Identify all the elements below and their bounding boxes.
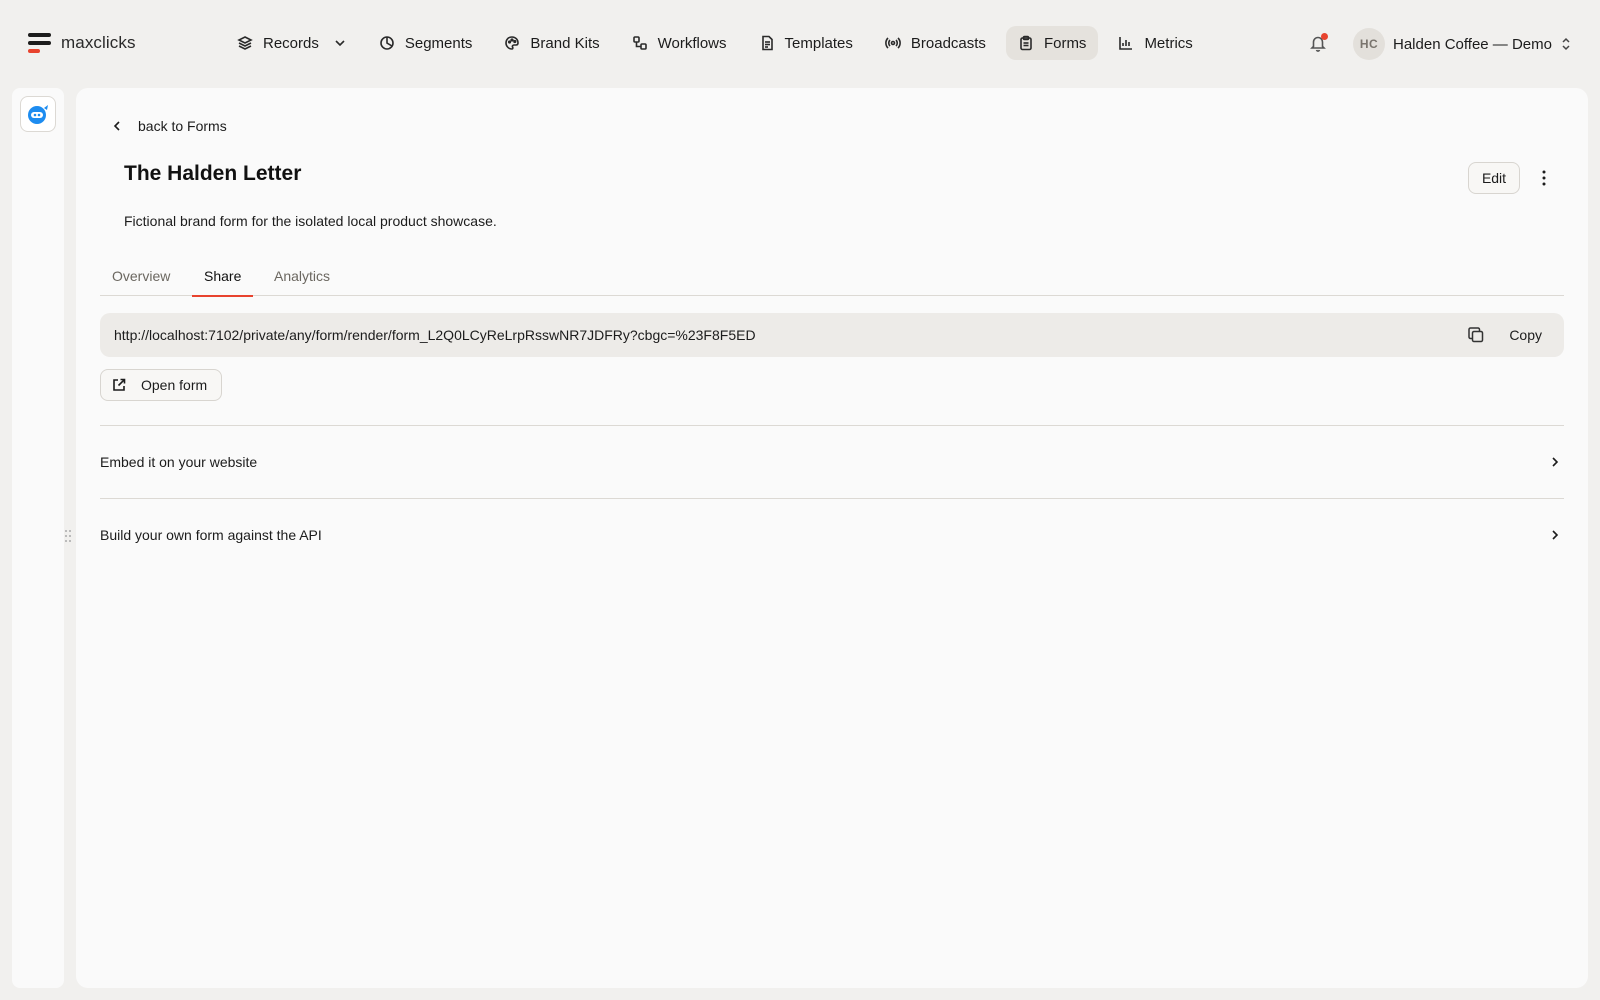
broadcast-icon	[884, 37, 901, 49]
more-options-button[interactable]	[1534, 166, 1554, 190]
copy-label: Copy	[1509, 327, 1542, 343]
logo-mark-icon	[28, 33, 51, 53]
tab-analytics[interactable]: Analytics	[262, 256, 342, 296]
nav-item-broadcasts[interactable]: Broadcasts	[873, 26, 998, 60]
more-vertical-icon	[1542, 170, 1546, 186]
chevron-right-icon	[1552, 456, 1559, 467]
avatar: HC	[1353, 28, 1385, 60]
bot-icon	[28, 105, 48, 124]
tab-share[interactable]: Share	[192, 256, 254, 297]
chevron-down-icon	[335, 40, 345, 47]
external-link-icon	[113, 378, 126, 391]
share-url[interactable]: http://localhost:7102/private/any/form/r…	[114, 327, 1467, 343]
nav-item-forms[interactable]: Forms	[1005, 26, 1099, 60]
api-section-label: Build your own form against the API	[100, 526, 322, 543]
page-title: The Halden Letter	[124, 162, 302, 185]
layers-icon	[237, 36, 253, 50]
nav-item-label: Forms	[1043, 34, 1087, 52]
nav-item-metrics[interactable]: Metrics	[1106, 26, 1204, 60]
open-form-button[interactable]: Open form	[100, 369, 222, 401]
nav-item-records[interactable]: Records	[225, 26, 359, 60]
notification-dot	[1321, 33, 1328, 40]
nav-item-templates[interactable]: Templates	[747, 26, 865, 60]
pie-icon	[380, 36, 394, 50]
palette-icon	[505, 36, 520, 50]
assistant-bot-button[interactable]	[20, 96, 56, 132]
nav-item-label: Records	[263, 34, 319, 52]
nav-item-workflows[interactable]: Workflows	[620, 26, 739, 60]
chevron-up-down-icon	[1560, 37, 1572, 51]
nav-item-label: Metrics	[1144, 34, 1193, 52]
nav-item-segments[interactable]: Segments	[367, 26, 485, 60]
brand-logo[interactable]: maxclicks	[28, 33, 136, 53]
open-form-label: Open form	[141, 377, 208, 393]
panel-resize-handle[interactable]	[65, 530, 73, 546]
nav-item-label: Workflows	[657, 34, 727, 52]
notifications-button[interactable]	[1309, 33, 1329, 54]
chevron-right-icon	[1552, 529, 1559, 540]
nav-item-label: Templates	[784, 34, 853, 52]
document-icon	[761, 35, 773, 51]
page-description: Fictional brand form for the isolated lo…	[124, 213, 497, 229]
account-name: Halden Coffee — Demo	[1393, 35, 1552, 53]
share-url-field: http://localhost:7102/private/any/form/r…	[100, 313, 1564, 357]
tab-overview[interactable]: Overview	[100, 256, 182, 296]
form-tabs: Overview Share Analytics	[100, 256, 1564, 297]
workflow-icon	[632, 36, 647, 50]
copy-icon	[1468, 327, 1484, 343]
api-section-toggle[interactable]: Build your own form against the API	[100, 498, 1564, 570]
copy-button[interactable]: Copy	[1467, 326, 1564, 344]
brand-name: maxclicks	[61, 33, 136, 52]
nav-item-brand-kits[interactable]: Brand Kits	[492, 26, 611, 60]
nav-item-label: Brand Kits	[530, 34, 600, 52]
clipboard-icon	[1020, 35, 1032, 51]
top-navigation-bar: maxclicks Records Segments Brand Kits Wo…	[0, 0, 1600, 88]
main-panel: back to Forms The Halden Letter Fictiona…	[76, 88, 1588, 988]
nav-item-label: Broadcasts	[910, 34, 986, 52]
back-link-label: back to Forms	[138, 118, 227, 134]
back-link[interactable]: back to Forms	[110, 118, 227, 134]
account-switcher[interactable]: HC Halden Coffee — Demo	[1353, 28, 1572, 60]
nav-item-label: Segments	[404, 34, 473, 52]
chevron-left-icon	[113, 121, 120, 131]
embed-section-label: Embed it on your website	[100, 453, 258, 470]
embed-section-toggle[interactable]: Embed it on your website	[100, 425, 1564, 497]
main-nav: Records Segments Brand Kits Workflows Te…	[225, 26, 1213, 60]
bar-chart-icon	[1119, 37, 1133, 50]
left-rail	[12, 88, 64, 988]
edit-button[interactable]: Edit	[1468, 162, 1520, 194]
